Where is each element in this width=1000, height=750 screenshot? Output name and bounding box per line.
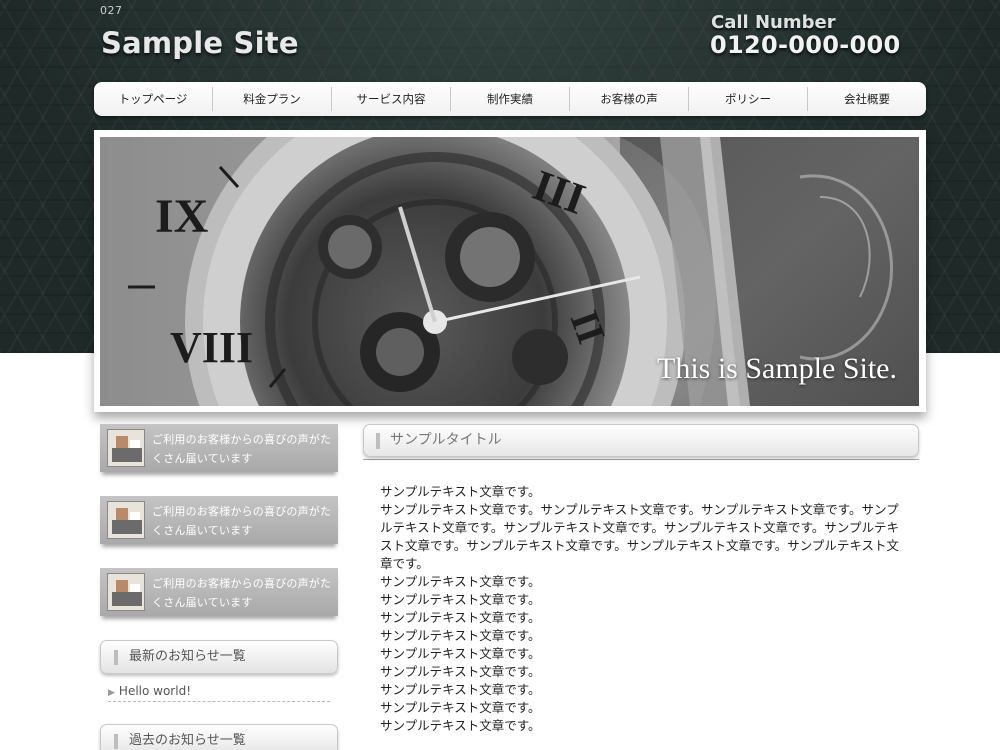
sidebar-banner-1[interactable]: ご利用のお客様からの喜びの声がたくさん届いています xyxy=(100,424,338,472)
body-line: サンプルテキスト文章です。 xyxy=(380,592,541,607)
nav-item-pricing[interactable]: 料金プラン xyxy=(213,87,332,111)
hero-image: IX VIII III II This is Sample Site. xyxy=(100,137,919,406)
site-code: 027 xyxy=(100,4,123,17)
body-line: サンプルテキスト文章です。 xyxy=(380,484,541,499)
nav-item-works[interactable]: 制作実績 xyxy=(451,87,570,111)
heading-bar-icon xyxy=(114,734,118,749)
banner-text: ご利用のお客様からの喜びの声がたくさん届いています xyxy=(152,433,332,465)
svg-text:VIII: VIII xyxy=(170,323,253,372)
archive-heading-label: 過去のお知らせ一覧 xyxy=(129,733,246,748)
archive-heading: 過去のお知らせ一覧 xyxy=(100,724,338,750)
banner-thumbnail xyxy=(107,573,145,611)
heading-bar-icon xyxy=(114,650,118,665)
banner-text: ご利用のお客様からの喜びの声がたくさん届いています xyxy=(152,577,332,609)
nav-item-voice[interactable]: お客様の声 xyxy=(570,87,689,111)
site-logo[interactable]: Sample Site xyxy=(101,26,299,60)
main-content: サンプルタイトル サンプルテキスト文章です。 サンプルテキスト文章です。サンプル… xyxy=(363,424,919,735)
news-item[interactable]: ▶ Hello world! xyxy=(108,684,330,702)
banner-thumbnail xyxy=(107,429,145,467)
svg-text:IX: IX xyxy=(155,190,209,243)
banner-thumbnail xyxy=(107,501,145,539)
global-nav: トップページ 料金プラン サービス内容 制作実績 お客様の声 ポリシー 会社概要 xyxy=(94,82,926,116)
body-line: サンプルテキスト文章です。 xyxy=(380,700,541,715)
hero-caption: This is Sample Site. xyxy=(657,352,897,385)
sidebar-banner-3[interactable]: ご利用のお客様からの喜びの声がたくさん届いています xyxy=(100,568,338,616)
nav-item-top[interactable]: トップページ xyxy=(94,87,213,111)
triangle-right-icon: ▶ xyxy=(108,688,115,698)
body-line: サンプルテキスト文章です。 xyxy=(380,574,541,589)
main-title: サンプルタイトル xyxy=(363,424,919,457)
hero: IX VIII III II This is Sample Site. xyxy=(94,130,926,412)
body-line: サンプルテキスト文章です。 xyxy=(380,646,541,661)
sidebar: ご利用のお客様からの喜びの声がたくさん届いています ご利用のお客様からの喜びの声… xyxy=(100,424,338,750)
news-list: ▶ Hello world! xyxy=(108,684,330,702)
nav-item-company[interactable]: 会社概要 xyxy=(808,87,926,111)
body-line: サンプルテキスト文章です。 xyxy=(380,628,541,643)
nav-item-policy[interactable]: ポリシー xyxy=(689,87,808,111)
sidebar-banner-2[interactable]: ご利用のお客様からの喜びの声がたくさん届いています xyxy=(100,496,338,544)
body-line: サンプルテキスト文章です。 xyxy=(380,682,541,697)
heading-bar-icon xyxy=(376,433,380,449)
news-heading: 最新のお知らせ一覧 xyxy=(100,640,338,674)
main-title-label: サンプルタイトル xyxy=(390,432,502,448)
call-number[interactable]: 0120-000-000 xyxy=(710,31,901,59)
news-item-label: Hello world! xyxy=(118,684,192,698)
body-line: サンプルテキスト文章です。 xyxy=(380,718,541,733)
main-title-wrap: サンプルタイトル xyxy=(363,424,919,460)
main-body: サンプルテキスト文章です。 サンプルテキスト文章です。サンプルテキスト文章です。… xyxy=(380,483,905,735)
news-heading-label: 最新のお知らせ一覧 xyxy=(129,649,246,664)
body-line: サンプルテキスト文章です。 xyxy=(380,664,541,679)
banner-text: ご利用のお客様からの喜びの声がたくさん届いています xyxy=(152,505,332,537)
call-number-label: Call Number xyxy=(711,12,836,33)
body-paragraph: サンプルテキスト文章です。サンプルテキスト文章です。サンプルテキスト文章です。サ… xyxy=(380,502,900,571)
nav-item-services[interactable]: サービス内容 xyxy=(332,87,451,111)
body-line: サンプルテキスト文章です。 xyxy=(380,610,541,625)
